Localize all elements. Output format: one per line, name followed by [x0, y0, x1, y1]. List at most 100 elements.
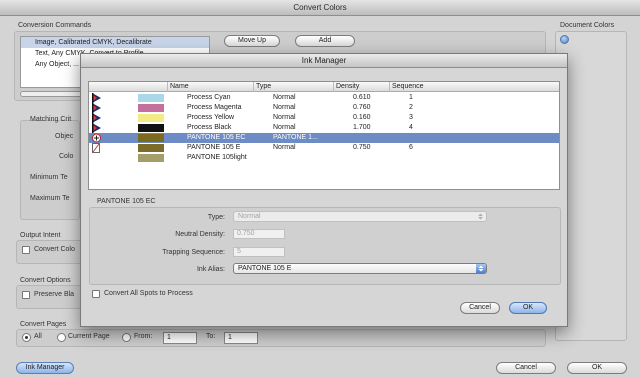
- process-ink-icon[interactable]: [92, 123, 101, 133]
- add-button[interactable]: Add: [295, 35, 355, 47]
- cancel-button[interactable]: Cancel: [496, 362, 556, 374]
- window-title: Convert Colors: [293, 3, 347, 12]
- trapping-sequence-label: Trapping Sequence:: [162, 249, 225, 256]
- ink-manager-ok-button[interactable]: OK: [509, 302, 547, 314]
- object-label: Objec: [55, 133, 74, 140]
- document-colors-radio[interactable]: [560, 35, 569, 44]
- ink-sequence-cell: 6: [409, 144, 413, 151]
- to-label: To:: [206, 333, 216, 340]
- ink-row[interactable]: Process Black Normal 1.700 4: [89, 123, 559, 133]
- ink-color-swatch: [138, 134, 164, 142]
- ink-alias-value: PANTONE 105 E: [238, 265, 292, 272]
- ink-color-swatch: [138, 114, 164, 122]
- ink-name-cell: PANTONE 105 EC: [187, 134, 246, 141]
- output-intent-label: Output Intent: [20, 232, 61, 239]
- ink-alias-icon[interactable]: [92, 133, 101, 143]
- spot-ink-icon[interactable]: [92, 143, 101, 153]
- convert-colors-checkbox-label: Convert Colo: [34, 246, 75, 253]
- ink-density-cell: 1.700: [353, 124, 371, 131]
- current-page-label: Current Page: [68, 333, 110, 340]
- convert-spots-checkbox[interactable]: [92, 290, 100, 298]
- ink-sequence-cell: 4: [409, 124, 413, 131]
- from-label: From:: [134, 333, 153, 340]
- neutral-density-field[interactable]: 0.750: [233, 229, 285, 239]
- ink-manager-title: Ink Manager: [301, 56, 347, 65]
- ink-type-cell: Normal: [273, 104, 296, 111]
- process-ink-icon[interactable]: [92, 93, 101, 103]
- ink-type-cell: Normal: [273, 114, 296, 121]
- ink-name-cell: Process Cyan: [187, 94, 231, 101]
- trapping-sequence-field[interactable]: 5: [233, 247, 285, 257]
- ink-name-cell: Process Yellow: [187, 114, 235, 121]
- matching-criteria-label: Matching Crit: [30, 116, 72, 123]
- ink-manager-cancel-button[interactable]: Cancel: [460, 302, 500, 314]
- selected-ink-name: PANTONE 105 EC: [97, 198, 156, 205]
- all-pages-radio[interactable]: [22, 333, 31, 342]
- neutral-density-label: Neutral Density:: [175, 231, 225, 238]
- ink-color-swatch: [138, 104, 164, 112]
- all-pages-label: All: [34, 333, 42, 340]
- column-header-name[interactable]: Name: [167, 82, 253, 92]
- ink-table-header: Name Type Density Sequence: [89, 82, 559, 92]
- ink-row[interactable]: Process Cyan Normal 0.610 1: [89, 93, 559, 103]
- ink-row[interactable]: PANTONE 105 EC PANTONE 1...: [89, 133, 559, 143]
- ink-sequence-cell: [409, 153, 469, 163]
- ink-name-cell: PANTONE 105 E: [187, 144, 241, 151]
- from-page-input[interactable]: 1: [163, 332, 197, 344]
- convert-colors-title-bar: Convert Colors: [0, 0, 640, 16]
- ink-alias-select[interactable]: PANTONE 105 E: [233, 263, 487, 274]
- ink-type-cell: Normal: [273, 144, 296, 151]
- type-select-value: Normal: [238, 213, 261, 220]
- ink-row[interactable]: Process Magenta Normal 0.760 2: [89, 103, 559, 113]
- ink-row[interactable]: PANTONE 105 E Normal 0.750 6: [89, 143, 559, 153]
- color-label: Colo: [59, 153, 74, 160]
- minimum-text-label: Minimum Te: [30, 174, 68, 181]
- convert-options-label: Convert Options: [20, 277, 71, 284]
- maximum-text-label: Maximum Te: [30, 195, 70, 202]
- ink-density-cell: 0.760: [353, 104, 371, 111]
- page-range-radio[interactable]: [122, 333, 131, 342]
- ink-sequence-cell: 1: [409, 94, 413, 101]
- ink-color-swatch: [138, 94, 164, 102]
- process-ink-icon[interactable]: [92, 103, 101, 113]
- convert-spots-label: Convert All Spots to Process: [104, 290, 193, 297]
- convert-colors-checkbox[interactable]: [22, 246, 30, 254]
- ink-density-cell: 0.160: [353, 114, 371, 121]
- move-up-button[interactable]: Move Up: [224, 35, 280, 47]
- ink-color-swatch: [138, 124, 164, 132]
- ink-table: Name Type Density Sequence Process Cyan N…: [88, 81, 560, 190]
- ink-name-cell: PANTONE 105light: [187, 154, 247, 161]
- ink-density-cell: [353, 133, 409, 143]
- ok-button[interactable]: OK: [567, 362, 627, 374]
- current-page-radio[interactable]: [57, 333, 66, 342]
- ink-density-cell: 0.610: [353, 94, 371, 101]
- convert-pages-label: Convert Pages: [20, 321, 67, 328]
- ink-alias-label: Ink Alias:: [196, 266, 225, 273]
- select-arrows-icon: [478, 213, 483, 220]
- ink-color-swatch: [138, 144, 164, 152]
- ink-type-cell: PANTONE 1...: [273, 134, 318, 141]
- ink-sequence-cell: [409, 133, 469, 143]
- ink-row[interactable]: PANTONE 105light: [89, 153, 559, 163]
- conversion-commands-label: Conversion Commands: [18, 22, 92, 29]
- process-ink-icon[interactable]: [92, 113, 101, 123]
- ink-manager-title-bar: Ink Manager: [81, 54, 567, 68]
- ink-type-cell: Normal: [273, 124, 296, 131]
- command-item[interactable]: Image, Calibrated CMYK, Decalibrate: [21, 37, 209, 48]
- to-page-input[interactable]: 1: [224, 332, 258, 344]
- select-arrows-icon: [478, 265, 484, 272]
- ink-density-cell: 0.750: [353, 144, 371, 151]
- ink-type-cell: [273, 153, 353, 163]
- type-select[interactable]: Normal: [233, 211, 487, 222]
- ink-color-swatch: [138, 154, 164, 162]
- column-header-sequence[interactable]: Sequence: [389, 82, 559, 92]
- ink-row[interactable]: Process Yellow Normal 0.160 3: [89, 113, 559, 123]
- ink-alias-stepper[interactable]: [476, 264, 486, 273]
- preserve-black-checkbox[interactable]: [22, 291, 30, 299]
- column-header-type[interactable]: Type: [253, 82, 333, 92]
- ink-manager-dialog: Ink Manager Name Type Density Sequence P…: [80, 53, 568, 327]
- ink-sequence-cell: 3: [409, 114, 413, 121]
- column-header-density[interactable]: Density: [333, 82, 389, 92]
- ink-manager-button[interactable]: Ink Manager: [16, 362, 74, 374]
- ink-type-cell: Normal: [273, 94, 296, 101]
